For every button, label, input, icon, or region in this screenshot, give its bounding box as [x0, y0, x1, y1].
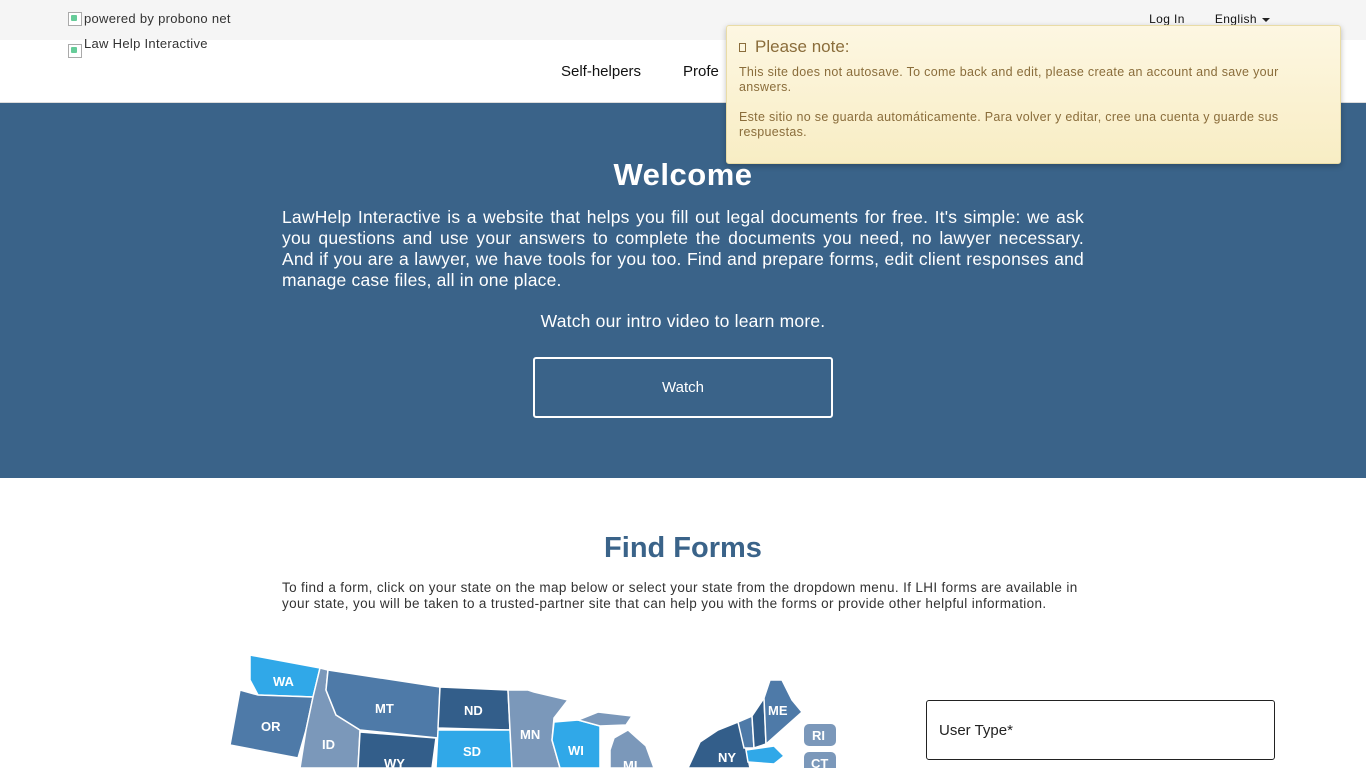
map-svg: WA OR ID MT WY ND SD MN WI MI NY ME RI C…	[229, 654, 836, 768]
notice-icon	[739, 42, 746, 52]
notice-title: Please note:	[739, 37, 850, 57]
state-label-nd: ND	[464, 703, 483, 718]
state-label-ct: CT	[811, 756, 828, 768]
state-label-mn: MN	[520, 727, 540, 742]
language-dropdown[interactable]: English	[1215, 12, 1270, 26]
hero-video-prompt: Watch our intro video to learn more.	[540, 311, 826, 331]
state-label-id: ID	[322, 737, 335, 752]
hero-description: LawHelp Interactive is a website that he…	[282, 207, 1084, 290]
user-type-label: User Type*	[939, 721, 1013, 739]
lawhelp-logo[interactable]: Law Help Interactive	[68, 38, 208, 62]
notice-text-spanish: Este sitio no se guarda automáticamente.…	[739, 110, 1279, 139]
state-label-wy: WY	[384, 756, 405, 768]
state-label-wa: WA	[273, 674, 295, 689]
state-label-ny: NY	[718, 750, 736, 765]
nav-self-helpers[interactable]: Self-helpers	[561, 63, 641, 80]
top-links: Log In English	[1149, 12, 1270, 26]
autosave-notice: Please note: This site does not autosave…	[726, 25, 1341, 164]
us-state-map: WA OR ID MT WY ND SD MN WI MI NY ME RI C…	[218, 650, 858, 768]
state-label-mi: MI	[623, 758, 637, 768]
nav-menu: Self-helpers Profe	[561, 63, 719, 80]
nav-professionals[interactable]: Profe	[683, 63, 719, 80]
broken-image-icon	[68, 44, 82, 58]
broken-image-icon	[68, 11, 82, 26]
find-forms-title: Find Forms	[604, 532, 762, 564]
notice-text-english: This site does not autosave. To come bac…	[739, 65, 1279, 94]
state-label-me: ME	[768, 703, 788, 718]
login-link[interactable]: Log In	[1149, 12, 1185, 26]
state-label-or: OR	[261, 719, 281, 734]
state-label-ri: RI	[812, 728, 825, 743]
notice-title-text: Please note:	[755, 37, 850, 56]
user-type-select[interactable]: User Type*	[926, 700, 1275, 760]
state-ma[interactable]	[745, 745, 786, 765]
powered-by-logo[interactable]: powered by probono net	[68, 11, 231, 26]
watch-button[interactable]: Watch	[533, 357, 833, 418]
state-label-mt: MT	[375, 701, 394, 716]
powered-by-text: powered by probono net	[84, 11, 231, 26]
logo-alt-text: Law Help Interactive	[84, 38, 208, 51]
language-label: English	[1214, 12, 1257, 26]
state-label-wi: WI	[568, 743, 584, 758]
state-label-sd: SD	[463, 744, 481, 759]
find-forms-description: To find a form, click on your state on t…	[282, 580, 1078, 611]
caret-down-icon	[1262, 17, 1270, 22]
